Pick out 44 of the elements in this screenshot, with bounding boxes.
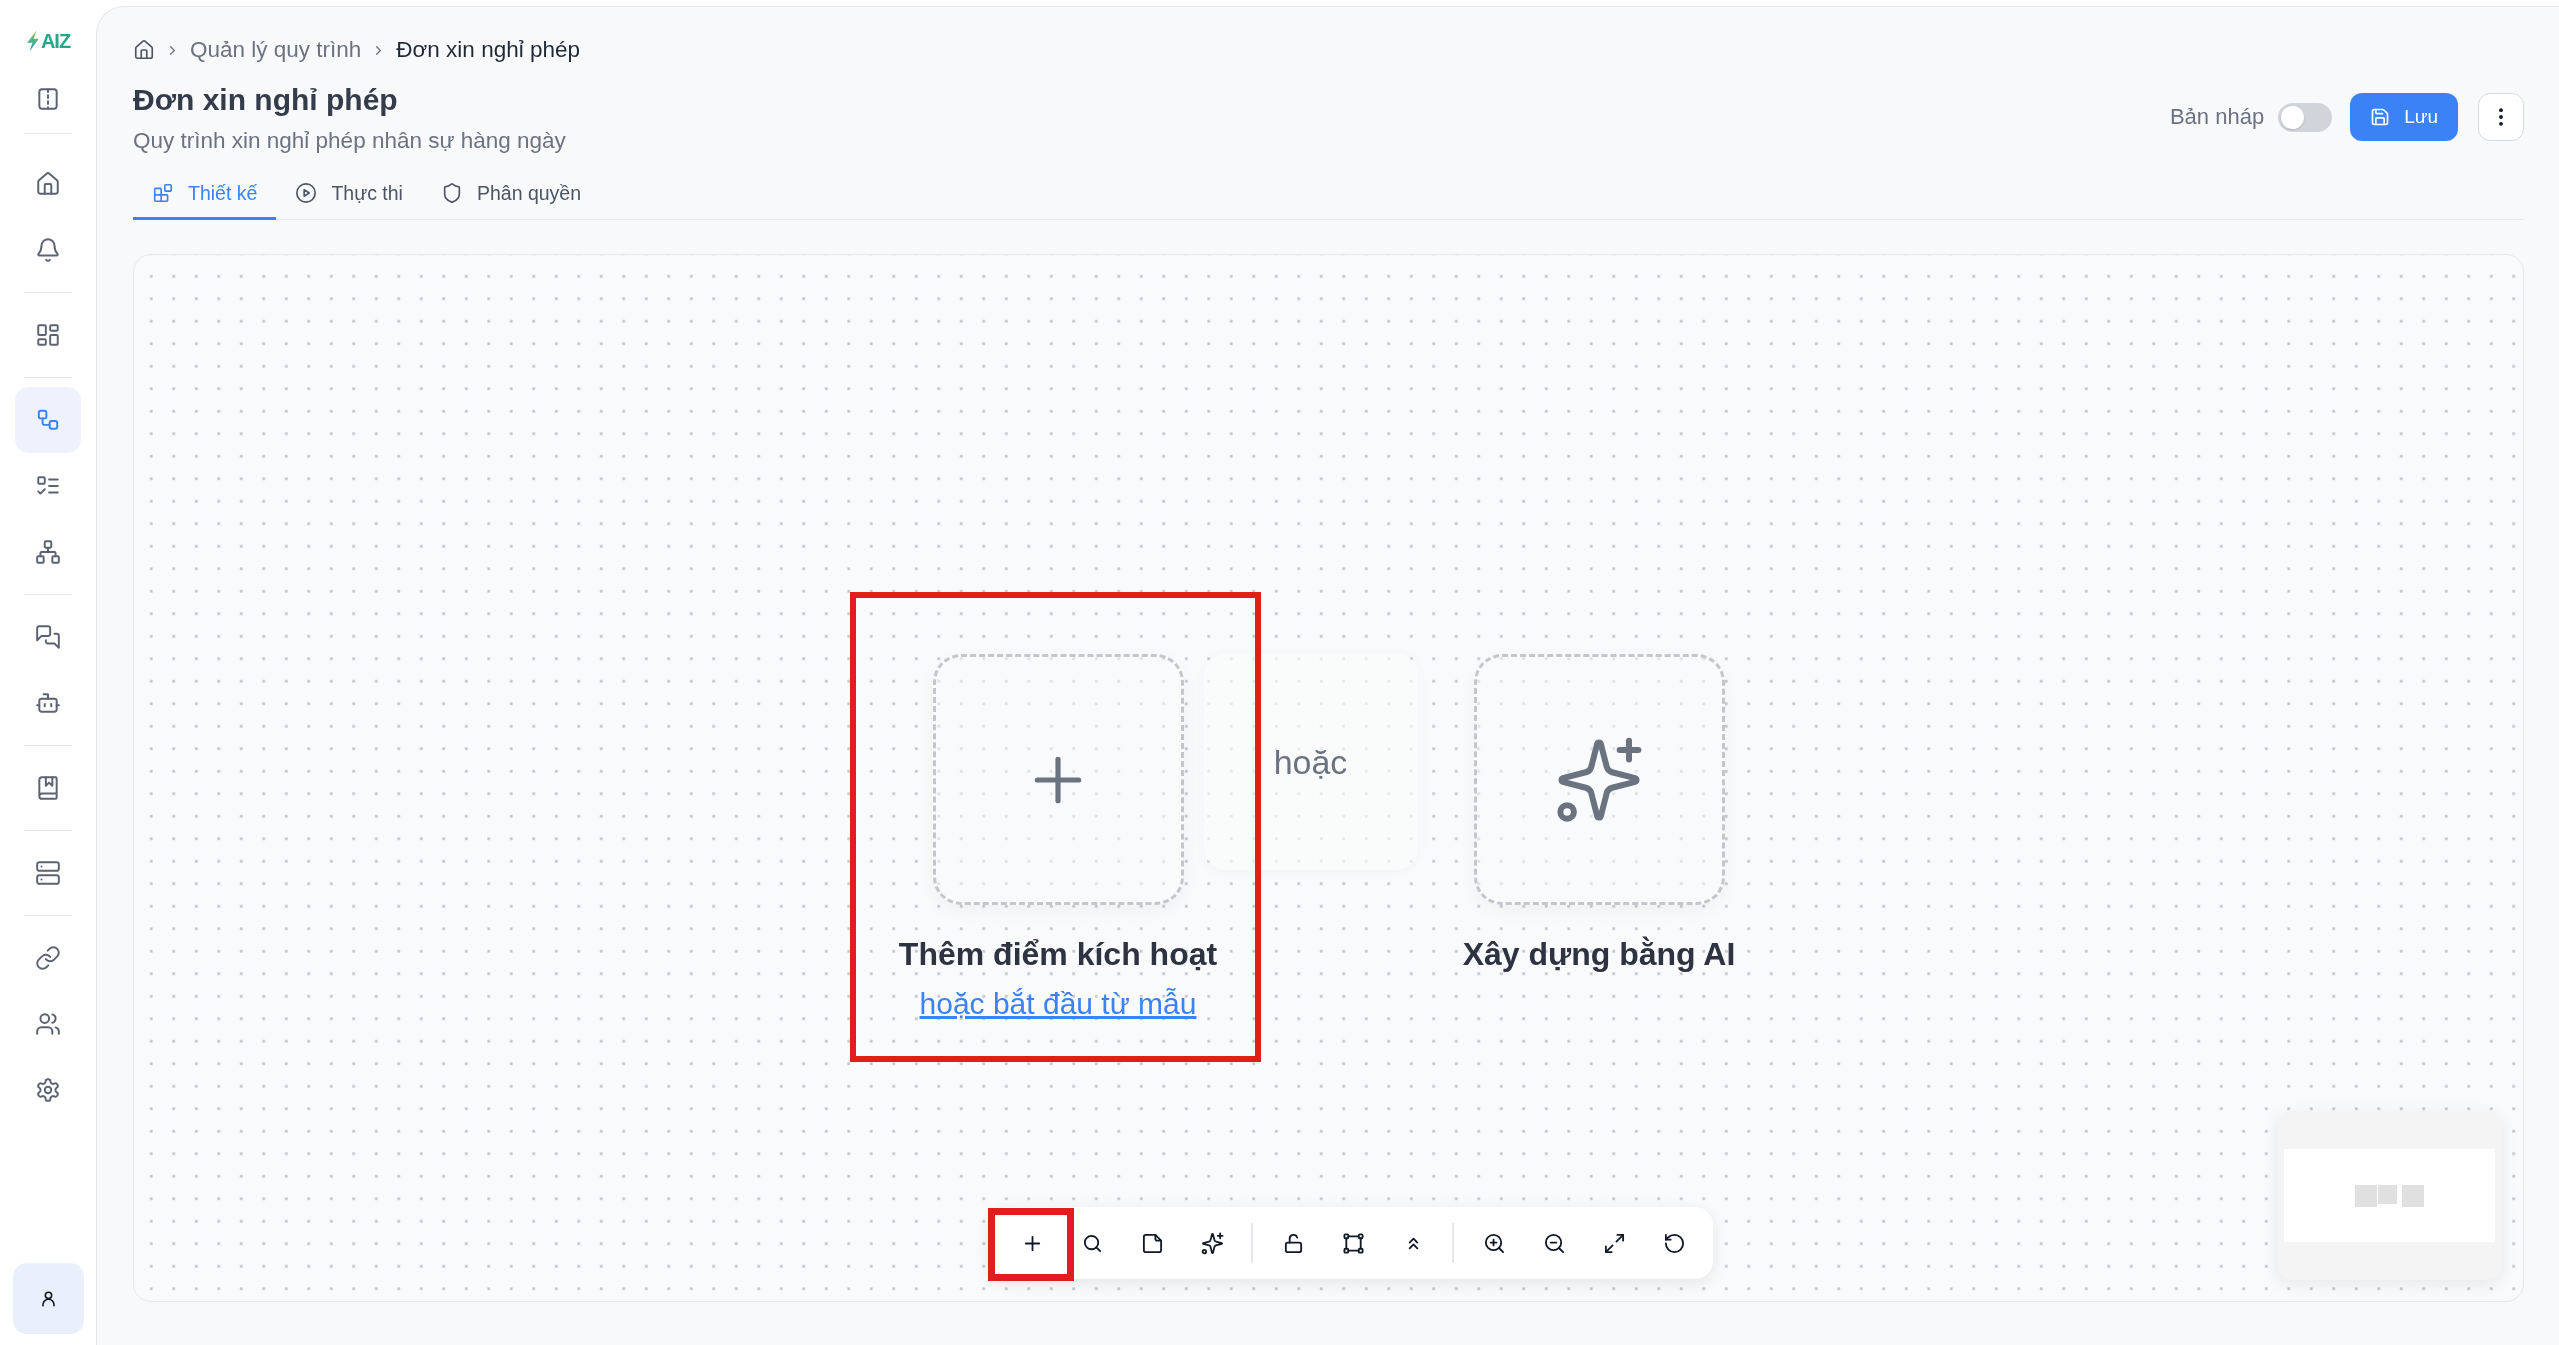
add-trigger-tile[interactable] [932,654,1184,905]
server-icon [35,860,61,886]
ai-build-tile[interactable] [1473,654,1725,905]
bolt-icon [25,30,40,52]
play-circle-icon [295,182,318,204]
users-icon [35,1011,61,1037]
tab[interactable]: Thiết kế [133,163,277,220]
dashboard-icon [35,322,61,348]
sidebar-item[interactable] [15,387,81,453]
breadcrumb-link[interactable]: Quản lý quy trình [190,35,362,65]
frame-icon [1341,1231,1365,1255]
zoom-out-icon [1542,1231,1566,1255]
bell-icon [35,237,61,263]
sparkle-icon [1200,1231,1224,1255]
home-icon [35,171,61,197]
home-icon[interactable] [133,39,155,61]
trigger-title: Thêm điểm kích hoạt [898,935,1218,974]
expand-icon [1602,1231,1626,1255]
tab[interactable]: Phân quyền [421,163,601,220]
hierarchy-icon [35,539,61,565]
save-icon [2370,107,2391,127]
chat-icon [35,624,61,650]
blocks-icon [152,182,174,204]
page-subtitle: Quy trình xin nghỉ phép nhân sự hàng ngày [133,127,567,155]
settings-icon [35,1077,61,1103]
workflow-icon [35,407,61,433]
zoom-in-icon [1482,1231,1506,1255]
vertical-dots-icon [2499,108,2503,126]
save-button[interactable]: Lưu [2350,93,2458,141]
book-icon [35,775,61,801]
template-link[interactable]: hoặc bắt đầu từ mẫu [919,986,1197,1022]
separator-text: hoặc [1273,741,1348,782]
link-icon [35,945,61,971]
ai-build-title: Xây dựng bằng AI [1462,935,1736,974]
file-icon [1140,1231,1164,1255]
logo-text: AIZ [40,29,71,53]
reset-icon [1662,1231,1686,1255]
breadcrumb-current: Đơn xin nghỉ phép [396,36,580,64]
draft-toggle[interactable] [2278,102,2333,132]
page-title: Đơn xin nghỉ phép [133,82,399,118]
tab[interactable]: Thực thi [276,163,422,220]
robot-icon [35,690,61,716]
split-panel-icon [35,86,61,112]
draft-label: Bản nháp [2169,103,2265,131]
